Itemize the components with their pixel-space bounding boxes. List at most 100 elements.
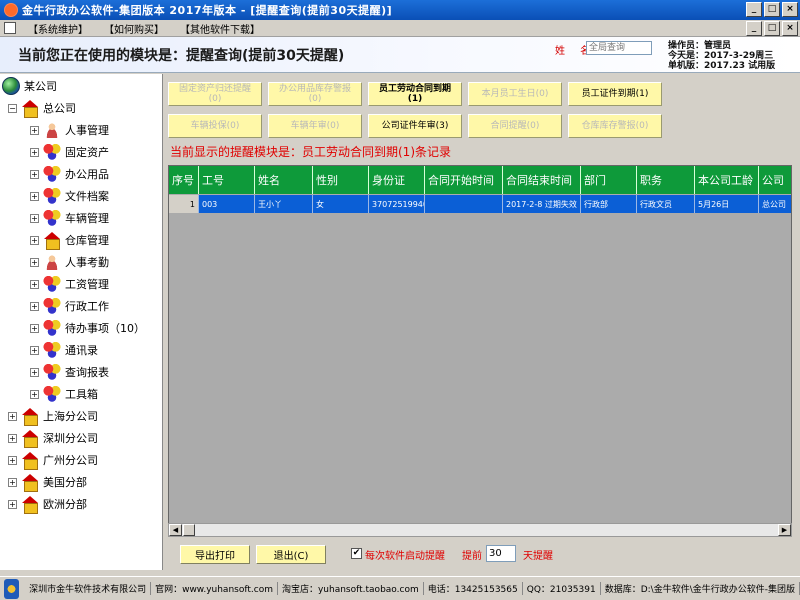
table-cell[interactable]: 行政部	[581, 195, 637, 213]
table-cell[interactable]: 1	[169, 195, 199, 213]
column-header[interactable]: 工号	[199, 166, 255, 194]
column-header[interactable]: 性别	[313, 166, 369, 194]
reminder-button[interactable]: 固定资产归还提醒 (0)	[168, 82, 262, 106]
expand-icon[interactable]: +	[30, 191, 39, 201]
column-header[interactable]: 职务	[637, 166, 695, 194]
table-cell[interactable]: 总公司	[759, 195, 791, 213]
global-search-input[interactable]: 全局查询	[586, 41, 652, 55]
collapse-icon[interactable]: −	[8, 103, 17, 113]
tree-module-item[interactable]: + 仓库管理	[30, 230, 109, 250]
attendance-icon	[43, 254, 61, 270]
table-cell[interactable]: 5月26日	[695, 195, 759, 213]
tree-branch-item[interactable]: + 深圳分公司	[8, 428, 98, 448]
tree-module-item[interactable]: + 通讯录	[30, 340, 98, 360]
tree-branch-item[interactable]: + 上海分公司	[8, 406, 98, 426]
status-database: 数据库：D:\金牛软件\金牛行政办公软件-集团版	[601, 582, 800, 595]
days-label: 天提醒	[523, 551, 553, 562]
tree-module-item[interactable]: + 文件档案	[30, 186, 109, 206]
expand-icon[interactable]: +	[30, 279, 39, 289]
reminder-button[interactable]: 员工劳动合同到期 (1)	[368, 82, 462, 106]
scroll-thumb[interactable]	[183, 524, 195, 536]
tree-module-item[interactable]: + 车辆管理	[30, 208, 109, 228]
tree-root[interactable]: 某公司	[2, 76, 57, 96]
tree-branch-item[interactable]: + 广州分公司	[8, 450, 98, 470]
expand-icon[interactable]: +	[8, 499, 17, 509]
reminder-button[interactable]: 本月员工生日(0)	[468, 82, 562, 106]
mdi-restore-button[interactable]: □	[764, 21, 780, 36]
house-icon	[21, 496, 39, 514]
close-button[interactable]: ×	[782, 2, 798, 17]
expand-icon[interactable]: +	[30, 389, 39, 399]
tree-module-item[interactable]: + 人事考勤	[30, 252, 109, 272]
document-icon[interactable]	[4, 22, 16, 34]
menu-system-maintenance[interactable]: 【系统维护】	[20, 21, 96, 36]
table-cell[interactable]: 女	[313, 195, 369, 213]
table-cell[interactable]: 003	[199, 195, 255, 213]
column-header[interactable]: 身份证	[369, 166, 425, 194]
reminder-button[interactable]: 合同提醒(0)	[468, 114, 562, 138]
tree-module-item[interactable]: + 行政工作	[30, 296, 109, 316]
menu-how-to-buy[interactable]: 【如何购买】	[96, 21, 172, 36]
company-logo-icon	[4, 578, 20, 599]
tree-module-item[interactable]: + 待办事项（10）	[30, 318, 145, 338]
horizontal-scrollbar[interactable]: ◀ ▶	[168, 523, 792, 537]
column-header[interactable]: 合同结束时间	[503, 166, 581, 194]
tree-module-item[interactable]: + 固定资产	[30, 142, 109, 162]
expand-icon[interactable]: +	[8, 477, 17, 487]
export-print-button[interactable]: 导出打印	[180, 545, 250, 564]
menu-other-software[interactable]: 【其他软件下载】	[172, 21, 268, 36]
expand-icon[interactable]: +	[30, 367, 39, 377]
expand-icon[interactable]: +	[30, 169, 39, 179]
table-cell[interactable]: 370725199408	[369, 195, 425, 213]
advance-days-input[interactable]: 30	[486, 545, 516, 562]
reminder-button[interactable]: 车辆年审(0)	[268, 114, 362, 138]
reminder-button[interactable]: 仓库库存警报(0)	[568, 114, 662, 138]
column-header[interactable]: 公司	[759, 166, 791, 194]
tree-module-label: 固定资产	[65, 146, 109, 159]
expand-icon[interactable]: +	[30, 323, 39, 333]
column-header[interactable]: 姓名	[255, 166, 313, 194]
tree-branch-item[interactable]: + 欧洲分部	[8, 494, 87, 514]
expand-icon[interactable]: +	[8, 433, 17, 443]
reminder-button[interactable]: 员工证件到期(1)	[568, 82, 662, 106]
expand-icon[interactable]: +	[30, 345, 39, 355]
expand-icon[interactable]: +	[30, 235, 39, 245]
expand-icon[interactable]: +	[8, 455, 17, 465]
column-header[interactable]: 本公司工龄	[695, 166, 759, 194]
reminder-button[interactable]: 车辆投保(0)	[168, 114, 262, 138]
tree-head-office-label: 总公司	[43, 102, 76, 115]
minimize-button[interactable]: _	[746, 2, 762, 17]
table-cell[interactable]: 行政文员	[637, 195, 695, 213]
column-header[interactable]: 部门	[581, 166, 637, 194]
tree-module-item[interactable]: + 办公用品	[30, 164, 109, 184]
reminder-button[interactable]: 公司证件年审(3)	[368, 114, 462, 138]
tree-module-item[interactable]: + 工具箱	[30, 384, 98, 404]
expand-icon[interactable]: +	[30, 213, 39, 223]
startup-reminder-checkbox[interactable]: ✔	[351, 548, 362, 559]
expand-icon[interactable]: +	[30, 257, 39, 267]
table-cell[interactable]: 2017-2-8 过期失效	[503, 195, 581, 213]
expand-icon[interactable]: +	[30, 147, 39, 157]
maximize-button[interactable]: □	[764, 2, 780, 17]
exit-button[interactable]: 退出(C)	[256, 545, 326, 564]
tree-branch-item[interactable]: + 美国分部	[8, 472, 87, 492]
reminder-button[interactable]: 办公用品库存警报 (0)	[268, 82, 362, 106]
column-header[interactable]: 序号	[169, 166, 199, 194]
expand-icon[interactable]: +	[30, 125, 39, 135]
tree-module-label: 行政工作	[65, 300, 109, 313]
table-cell[interactable]	[425, 195, 503, 213]
scroll-left-icon[interactable]: ◀	[169, 524, 182, 536]
table-row[interactable]: 1003王小丫女370725199408 2017-2-8 过期失效行政部行政文员…	[169, 195, 791, 213]
column-header[interactable]: 合同开始时间	[425, 166, 503, 194]
tree-module-item[interactable]: + 查询报表	[30, 362, 109, 382]
tree-branch-label: 美国分部	[43, 476, 87, 489]
scroll-right-icon[interactable]: ▶	[778, 524, 791, 536]
tree-head-office[interactable]: − 总公司	[8, 98, 76, 118]
mdi-close-button[interactable]: ×	[782, 21, 798, 36]
mdi-minimize-button[interactable]: _	[746, 21, 762, 36]
expand-icon[interactable]: +	[30, 301, 39, 311]
table-cell[interactable]: 王小丫	[255, 195, 313, 213]
tree-module-item[interactable]: + 人事管理	[30, 120, 109, 140]
tree-module-item[interactable]: + 工资管理	[30, 274, 109, 294]
expand-icon[interactable]: +	[8, 411, 17, 421]
